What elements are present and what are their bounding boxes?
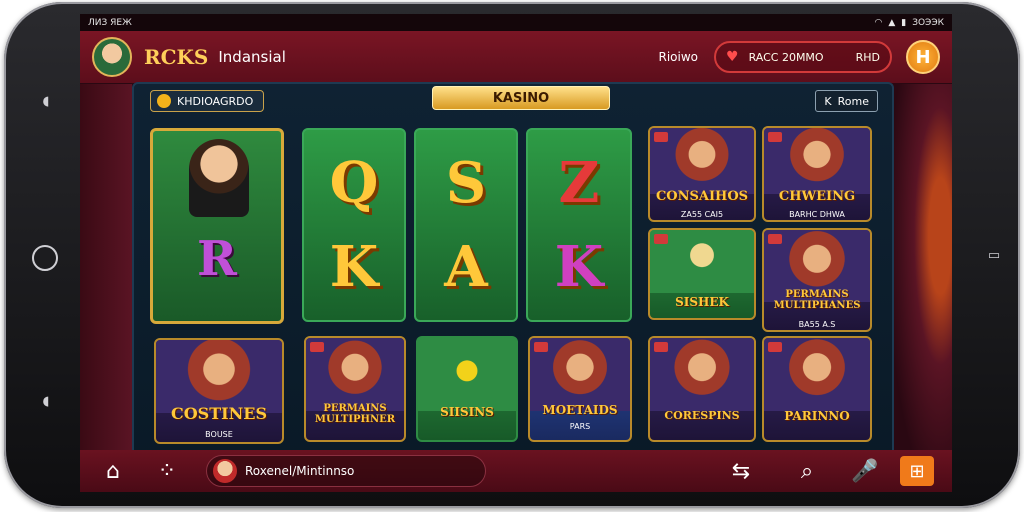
game-card[interactable]: CHWEING BARHC DHWA	[762, 126, 872, 222]
game-card[interactable]: MOETAIDS PARS	[528, 336, 632, 442]
game-subtitle: BA55 A.S	[798, 320, 836, 329]
status-right: ЗОЭЭК	[912, 17, 944, 28]
user-avatar	[213, 459, 237, 483]
home-icon[interactable]: ⌂	[98, 456, 128, 486]
game-subtitle: PARS	[569, 422, 591, 431]
game-title: SIISINS	[440, 405, 494, 419]
camera-icon	[32, 245, 58, 271]
tile-letter: Q	[329, 150, 379, 216]
game-title: PERMAINS MULTIPHANES	[773, 289, 861, 311]
coin-icon	[157, 94, 171, 108]
new-badge-icon	[768, 342, 782, 352]
promo-link[interactable]: Rioiwo	[658, 50, 698, 64]
status-left: ЛИЗ ЯЕЖ	[88, 17, 132, 28]
username: Roxenel/Mintinnso	[245, 464, 355, 478]
game-title: CHWEING	[778, 189, 856, 204]
apps-icon[interactable]: ⁘	[152, 456, 182, 486]
volume-down-icon: ◖	[42, 394, 50, 409]
game-title: PARINNO	[784, 409, 850, 423]
tile-letter: K	[554, 234, 604, 300]
brand-logo: RCKS	[144, 45, 209, 69]
profile-button[interactable]: H	[906, 40, 940, 74]
battery-icon: ▮	[901, 17, 907, 28]
microphone-icon[interactable]: 🎤	[850, 456, 880, 486]
new-badge-icon	[534, 342, 548, 352]
game-title: SISHEK	[675, 295, 729, 309]
game-card[interactable]: PERMAINS MULTIPHANES BA55 A.S	[762, 228, 872, 332]
status-bar: ЛИЗ ЯЕЖ ◠ ▲ ▮ ЗОЭЭК	[80, 14, 952, 31]
game-tile-featured[interactable]: R	[150, 128, 284, 324]
background-decoration-left	[80, 84, 132, 464]
tile-letter: Z	[558, 150, 600, 216]
panel-header: KHDIOAGRDO KASINO K Rome	[134, 84, 892, 118]
new-badge-icon	[310, 342, 324, 352]
top-bar: RCKS Indansial Rioiwo ♥ RACC 20MMO RHD H	[80, 31, 952, 83]
profile-avatar[interactable]	[92, 37, 132, 77]
phone-frame: ◖ ◖ ▭ ЛИЗ ЯЕЖ ◠ ▲ ▮ ЗОЭЭК RCKS Indansial…	[4, 2, 1020, 508]
tile-letter: S	[445, 150, 487, 216]
featured-letter: R	[197, 231, 237, 287]
game-title: PERMAINS MULTIPHNER	[314, 403, 396, 425]
game-card[interactable]: SIISINS	[416, 336, 518, 442]
chip-label: KHDIOAGRDO	[177, 94, 254, 108]
game-art	[418, 338, 516, 412]
search-icon[interactable]: ⌕	[792, 456, 822, 486]
grid-menu-icon[interactable]: ⊞	[900, 456, 934, 486]
new-badge-icon	[654, 234, 668, 244]
new-badge-icon	[654, 342, 668, 352]
new-badge-icon	[654, 132, 668, 142]
wifi-icon: ◠	[874, 17, 883, 28]
game-card[interactable]: SISHEK	[648, 228, 756, 320]
game-subtitle: BOUSE	[205, 430, 233, 439]
game-tile-letters-1[interactable]: Q K	[302, 128, 406, 322]
wallet-balance[interactable]: ♥ RACC 20MMO RHD	[714, 41, 892, 73]
game-art	[156, 340, 282, 414]
panel-title: KASINO	[432, 86, 610, 110]
game-card[interactable]: CORESPINS	[648, 336, 756, 442]
home-link[interactable]: K Rome	[815, 90, 878, 112]
background-decoration-right	[894, 84, 952, 464]
volume-up-icon: ◖	[42, 94, 50, 109]
wallet-action[interactable]: RHD	[856, 51, 880, 64]
game-card[interactable]: PARINNO	[762, 336, 872, 442]
hostess-image	[189, 139, 249, 217]
game-title: CORESPINS	[664, 409, 740, 422]
game-tile-letters-3[interactable]: Z K	[526, 128, 632, 322]
user-pill[interactable]: Roxenel/Mintinnso	[206, 455, 486, 487]
game-title: CONSAIHOS	[655, 189, 749, 204]
new-badge-icon	[768, 132, 782, 142]
category-chip[interactable]: KHDIOAGRDO	[150, 90, 265, 112]
bottom-nav: ⌂ ⁘ Roxenel/Mintinnso ⇆ ⌕ 🎤 ⊞	[80, 450, 952, 492]
home-prefix: K	[824, 94, 832, 108]
tile-letter: K	[329, 234, 379, 300]
game-card[interactable]: CONSAIHOS ZA55 CAI5	[648, 126, 756, 222]
signal-icon: ▲	[888, 17, 896, 28]
game-title: MOETAIDS	[542, 403, 618, 417]
game-subtitle: ZA55 CAI5	[680, 210, 724, 219]
home-link-label: Rome	[837, 94, 869, 108]
heart-icon: ♥	[726, 49, 739, 65]
game-title: COSTINES	[171, 404, 267, 423]
game-card[interactable]: COSTINES BOUSE	[154, 338, 284, 444]
game-card[interactable]: PERMAINS MULTIPHNER	[304, 336, 406, 442]
menu-icon[interactable]: ⇆	[726, 456, 756, 486]
tile-letter: A	[444, 234, 488, 300]
game-subtitle: BARHC DHWA	[789, 210, 845, 219]
wallet-text: RACC 20MMO	[748, 50, 824, 64]
game-tile-letters-2[interactable]: S A	[414, 128, 518, 322]
app-screen: ЛИЗ ЯЕЖ ◠ ▲ ▮ ЗОЭЭК RCKS Indansial Rioiw…	[80, 14, 952, 492]
new-badge-icon	[768, 234, 782, 244]
games-panel: KHDIOAGRDO KASINO K Rome R Q K S A Z K C…	[132, 82, 894, 460]
region-label: Indansial	[218, 48, 286, 66]
home-sensor-icon: ▭	[987, 248, 1001, 263]
